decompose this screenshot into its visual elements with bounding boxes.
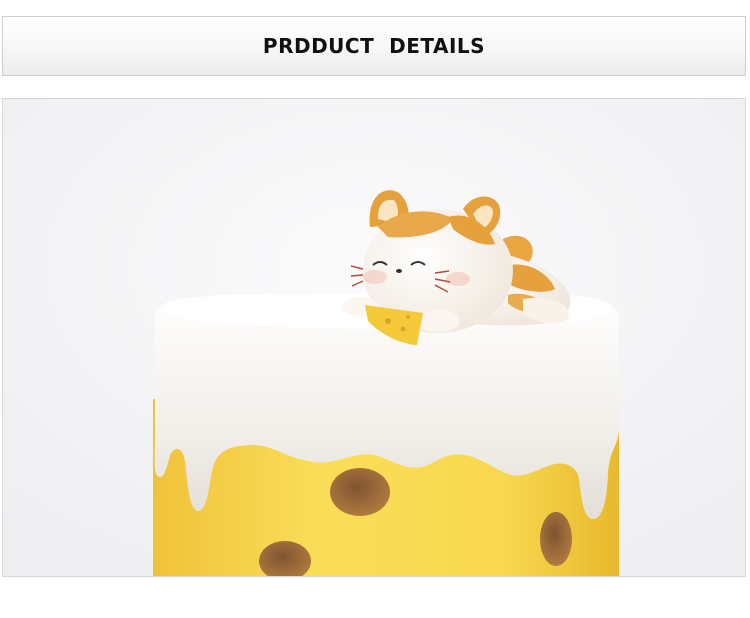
product-photo (2, 98, 746, 577)
section-header: PRDDUCT DETAILS (2, 16, 746, 76)
product-illustration (3, 99, 745, 576)
cheese-hole (330, 468, 390, 516)
cheese-hole (540, 512, 572, 566)
cheese-candle (153, 293, 619, 576)
section-title: PRDDUCT DETAILS (262, 34, 486, 58)
